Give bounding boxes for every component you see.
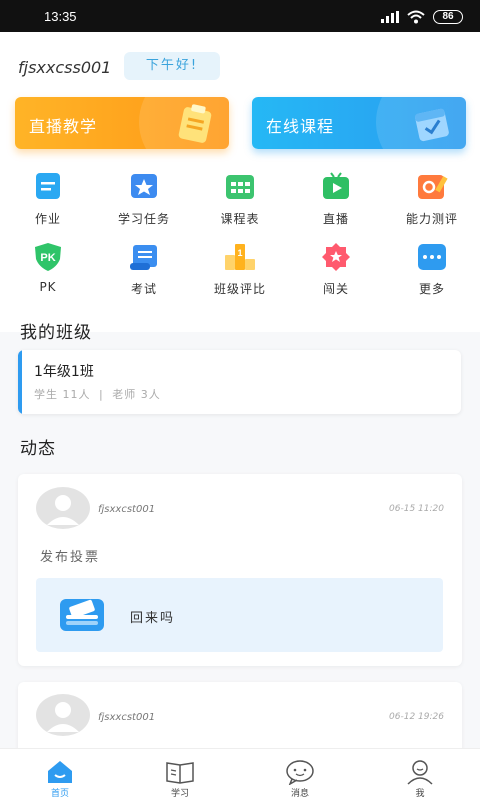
tab-home[interactable]: 首页 [0,749,120,800]
battery-indicator: 86 [433,10,463,24]
more-dots-icon [418,244,446,270]
tv-play-icon [323,172,349,199]
my-class-title: 我的班级 [20,323,92,343]
signal-icon [381,11,399,23]
class-meta-separator: | [99,388,104,401]
svg-text:1: 1 [237,248,242,258]
exam-scroll-icon [130,245,157,270]
username: fjsxxcss001 [18,58,112,77]
tab-messages[interactable]: 消息 [240,749,360,800]
class-meta: 学生 11人 | 老师 3人 [34,386,165,402]
vote-box-icon [60,599,104,631]
grid-assessment[interactable]: 能力测评 [392,172,472,227]
live-teaching-label: 直播教学 [29,117,98,136]
status-bar: 13:35 86 [0,0,480,32]
star-task-icon [131,174,157,198]
podium-icon: 1 [225,244,255,270]
schedule-icon [226,175,254,199]
post-time: 06-15 11:20 [389,504,444,514]
pk-shield-icon: PK [35,243,61,271]
greeting-badge: 下午好! [124,52,220,80]
feed-title: 动态 [20,439,56,459]
class-student-count: 学生 11人 [34,388,91,401]
post-text: 发布投票 [40,550,101,565]
grid-pk[interactable]: PK PK [8,242,88,294]
grid-exam[interactable]: 考试 [104,242,184,297]
homework-icon [36,173,60,199]
online-course-banner[interactable]: 在线课程 [252,97,466,149]
calendar-check-icon [414,108,449,142]
post-time: 06-12 19:26 [389,712,444,722]
wifi-icon [407,10,425,24]
grid-more[interactable]: 更多 [392,242,472,297]
user-icon [407,760,433,785]
grid-levels[interactable]: 闯关 [296,242,376,297]
class-name: 1年级1班 [34,364,94,380]
tab-study[interactable]: 学习 [120,749,240,800]
vote-title: 回来吗 [130,611,176,626]
avatar [36,487,90,529]
grid-class-rank[interactable]: 1 班级评比 [200,242,280,297]
vote-card[interactable]: 回来吗 [36,578,443,652]
chat-bubble-icon [286,760,314,785]
class-teacher-count: 老师 3人 [112,388,161,401]
class-card[interactable]: 1年级1班 学生 11人 | 老师 3人 [18,350,461,414]
bottom-tab-bar: 首页 学习 消息 我 [0,748,480,800]
clipboard-icon [178,104,212,143]
grid-schedule[interactable]: 课程表 [200,172,280,227]
status-time: 13:35 [44,9,77,24]
grid-live[interactable]: 直播 [296,172,376,227]
grid-homework[interactable]: 作业 [8,172,88,227]
book-icon [166,762,194,784]
grid-study-tasks[interactable]: 学习任务 [104,172,184,227]
live-teaching-banner[interactable]: 直播教学 [15,97,229,149]
tab-me[interactable]: 我 [360,749,480,800]
svg-text:PK: PK [40,252,55,264]
home-icon [48,761,72,783]
assessment-icon [418,175,448,199]
badge-star-icon [322,243,350,271]
avatar [36,694,90,736]
post-username: fjsxxcst001 [98,504,156,515]
post-username: fjsxxcst001 [98,712,156,723]
class-card-accent [18,350,22,414]
online-course-label: 在线课程 [266,117,335,136]
feed-post[interactable]: fjsxxcst001 06-15 11:20 发布投票 回来吗 [18,474,462,666]
